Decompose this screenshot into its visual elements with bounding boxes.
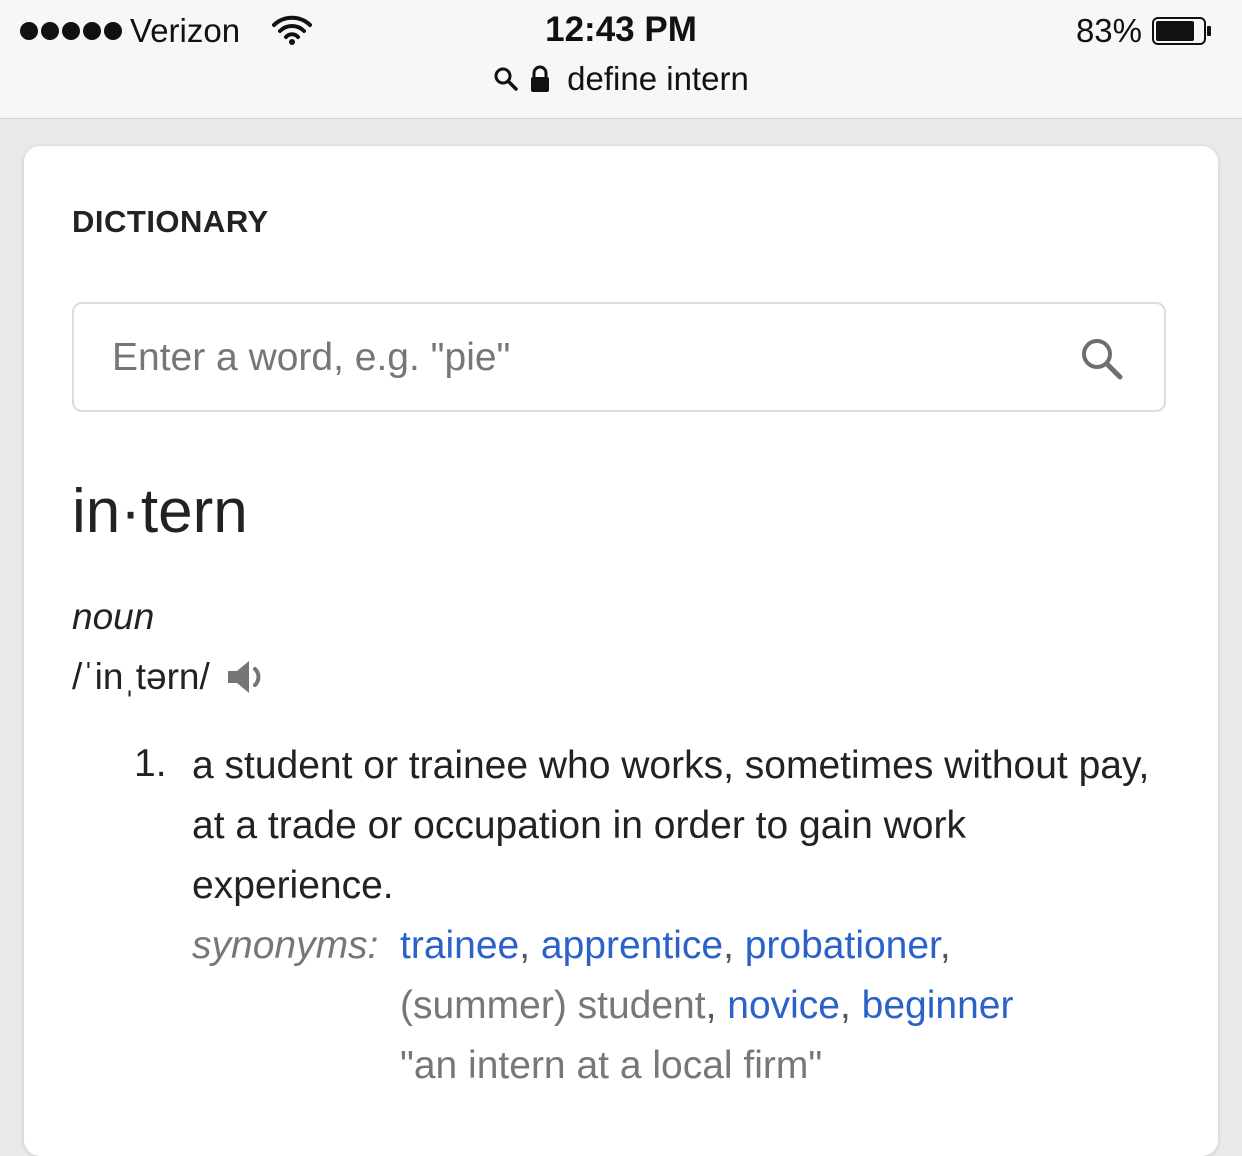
- battery-icon: [1152, 17, 1211, 45]
- part-of-speech: noun: [72, 596, 155, 637]
- synonyms-line: trainee, apprentice, probationer,: [400, 924, 951, 967]
- speaker-icon[interactable]: [224, 654, 270, 700]
- headword: in·tern: [72, 477, 248, 546]
- synonyms-line: (summer) student, novice, beginner: [400, 984, 1014, 1027]
- synonym-text: (summer) student: [400, 984, 706, 1027]
- url-bar[interactable]: define intern: [0, 60, 1242, 98]
- synonyms-label: synonyms:: [192, 924, 379, 967]
- search-icon: [494, 67, 518, 91]
- pronunciation: /ˈinˌtərn/: [72, 656, 210, 697]
- synonym-link[interactable]: novice: [727, 984, 840, 1027]
- definition-text: a student or trainee who works, sometime…: [192, 744, 1150, 907]
- url-text: define intern: [567, 60, 749, 97]
- dictionary-card: DICTIONARY in·tern noun /ˈinˌtərn/ 1. a …: [24, 146, 1218, 1156]
- dictionary-search-box: [72, 302, 1166, 412]
- battery-percent: 83%: [1075, 12, 1142, 49]
- status-bar: Verizon 12:43 PM 83% define intern: [0, 0, 1242, 119]
- dictionary-search-input[interactable]: [110, 304, 1034, 412]
- sense-number: 1.: [134, 742, 167, 785]
- search-icon[interactable]: [1080, 337, 1124, 381]
- clock: 12:43 PM: [545, 10, 697, 49]
- section-label: DICTIONARY: [72, 204, 269, 239]
- pronunciation-row: /ˈinˌtərn/: [72, 654, 270, 700]
- synonym-link[interactable]: trainee: [400, 924, 519, 967]
- lock-icon: [531, 65, 550, 92]
- synonym-link[interactable]: beginner: [862, 984, 1014, 1027]
- synonym-link[interactable]: apprentice: [541, 924, 723, 967]
- usage-example: "an intern at a local firm": [400, 1044, 823, 1087]
- synonym-link[interactable]: probationer: [745, 924, 940, 967]
